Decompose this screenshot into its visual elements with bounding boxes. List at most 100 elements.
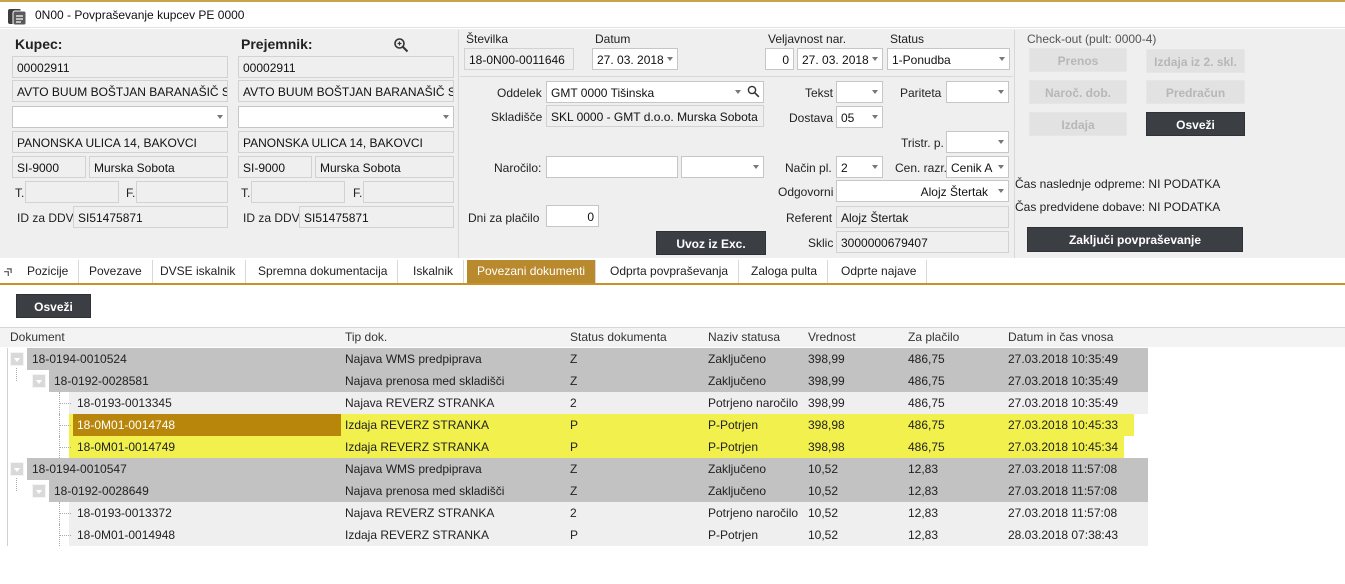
table-row[interactable]: 18-0194-0010547 Najava WMS predpiprava Z Za… bbox=[7, 458, 1148, 480]
kupec-postcode-field[interactable]: SI-9000 bbox=[12, 156, 86, 178]
prejemnik-city-field[interactable]: Murska Sobota bbox=[315, 156, 454, 178]
cell-vrednost: 10,52 bbox=[808, 484, 839, 498]
checkout-refresh-button[interactable]: Osveži bbox=[1146, 112, 1245, 136]
chevron-down-icon bbox=[667, 57, 673, 61]
veljavnost-days-field[interactable]: 0 bbox=[765, 48, 794, 70]
table-row[interactable]: 18-0193-0013372 Najava REVERZ STRANKA 2 Pot… bbox=[7, 502, 1148, 524]
prenos-button[interactable]: Prenos bbox=[1029, 48, 1127, 72]
stevilka-field[interactable]: 18-0N00-0011646 bbox=[464, 48, 574, 70]
row-background bbox=[69, 436, 1124, 458]
prejemnik-postcode-field[interactable]: SI-9000 bbox=[238, 156, 312, 178]
narocilo-select[interactable] bbox=[681, 156, 764, 178]
cell-za-pla-ilo: 486,75 bbox=[908, 396, 945, 410]
cell-status-dokumenta: Z bbox=[570, 374, 578, 388]
kupec-code-field[interactable]: 00002911 bbox=[12, 56, 228, 78]
cell-naziv-statusa: Potrjeno naročilo bbox=[708, 506, 799, 520]
prejemnik-phone-field[interactable] bbox=[251, 181, 345, 203]
column-header[interactable]: Status dokumenta bbox=[570, 328, 667, 346]
cell-vrednost: 398,98 bbox=[808, 418, 845, 432]
cell-naziv-statusa: P-Potrjen bbox=[708, 418, 759, 432]
column-header[interactable]: Dokument bbox=[10, 328, 65, 346]
prejemnik-fax-field[interactable] bbox=[363, 181, 454, 203]
oddelek-label: Oddelek bbox=[497, 86, 542, 100]
table-row[interactable]: 18-0194-0010524 Najava WMS predpiprava Z Za… bbox=[7, 348, 1148, 370]
tab-povezave[interactable]: Povezave bbox=[79, 260, 153, 283]
pariteta-select[interactable] bbox=[946, 81, 1009, 103]
odgovorni-select[interactable]: Alojz Štertak bbox=[836, 180, 1009, 202]
kupec-fax-field[interactable] bbox=[136, 181, 228, 203]
column-header[interactable]: Vrednost bbox=[808, 328, 856, 346]
prejemnik-street-field[interactable]: PANONSKA ULICA 14, BAKOVCI bbox=[238, 131, 454, 153]
tab-dvse-iskalnik[interactable]: DVSE iskalnik bbox=[150, 260, 247, 283]
tekst-label: Tekst bbox=[805, 86, 834, 100]
column-header[interactable]: Tip dok. bbox=[345, 328, 387, 346]
column-header[interactable]: Za plačilo bbox=[908, 328, 959, 346]
collapse-icon[interactable] bbox=[3, 265, 15, 277]
tristr-select[interactable] bbox=[946, 131, 1009, 153]
status-select[interactable]: 1-Ponudba bbox=[887, 48, 1010, 70]
table-row[interactable]: 18-0M01-0014748 Izdaja REVERZ STRANKA P P-P… bbox=[7, 414, 1148, 436]
tab-pozicije[interactable]: Pozicije bbox=[17, 260, 80, 283]
narocilo-field[interactable] bbox=[546, 156, 678, 178]
table-row[interactable]: 18-0M01-0014749 Izdaja REVERZ STRANKA P P-P… bbox=[7, 436, 1148, 458]
zoom-search-icon[interactable] bbox=[393, 37, 409, 53]
tab-strip: Pozicije Povezave DVSE iskalnik Spremna dok… bbox=[0, 260, 1345, 285]
cell-status-dokumenta: 2 bbox=[570, 396, 577, 410]
table-row[interactable]: 18-0192-0028581 Najava prenosa med skladi… bbox=[7, 368, 1148, 392]
oddelek-select[interactable]: GMT 0000 Tišinska bbox=[546, 81, 764, 103]
column-header[interactable]: Datum in čas vnosa bbox=[1008, 328, 1113, 346]
tree-line bbox=[16, 368, 17, 381]
veljavnost-date-picker[interactable]: 27. 03. 2018 bbox=[797, 48, 883, 70]
prejemnik-code-field[interactable]: 00002911 bbox=[238, 56, 454, 78]
uvoz-excel-button[interactable]: Uvoz iz Exc. bbox=[656, 231, 766, 255]
tekst-select[interactable] bbox=[836, 81, 883, 103]
row-background bbox=[49, 480, 1148, 502]
expand-collapse-icon[interactable] bbox=[32, 374, 46, 388]
tab-spremna-dokumentacija[interactable]: Spremna dokumentacija bbox=[248, 260, 399, 283]
cell-datum-in-as-vnosa: 27.03.2018 10:45:33 bbox=[1008, 418, 1119, 432]
expand-collapse-icon[interactable] bbox=[32, 484, 46, 498]
izdaja-button[interactable]: Izdaja bbox=[1029, 112, 1127, 136]
skladisce-field[interactable]: SKL 0000 - GMT d.o.o. Murska Sobota bbox=[546, 105, 764, 127]
prejemnik-select[interactable] bbox=[238, 106, 454, 128]
tab-iskalnik[interactable]: Iskalnik bbox=[403, 260, 465, 283]
kupec-phone-field[interactable] bbox=[25, 181, 119, 203]
sklic-field[interactable]: 3000000679407 bbox=[836, 231, 1009, 253]
naroc-dob-button[interactable]: Naroč. dob. bbox=[1029, 80, 1127, 104]
izdaja-iz-2-skl-button[interactable]: Izdaja iz 2. skl. bbox=[1146, 49, 1245, 73]
oddelek-value: GMT 0000 Tišinska bbox=[551, 86, 655, 100]
column-header[interactable]: Naziv statusa bbox=[708, 328, 780, 346]
cell-datum-in-as-vnosa: 27.03.2018 11:57:08 bbox=[1008, 484, 1118, 498]
prejemnik-name-field[interactable]: AVTO BUUM BOŠTJAN BARANAŠIČ S.P. bbox=[238, 80, 454, 102]
referent-field[interactable]: Alojz Štertak bbox=[836, 206, 1009, 228]
cell-tip-dok-: Najava REVERZ STRANKA bbox=[345, 396, 495, 410]
tab-odprta-povpra-evanja[interactable]: Odprta povpraševanja bbox=[600, 260, 740, 283]
tab-povezani-dokumenti[interactable]: Povezani dokumenti bbox=[467, 260, 597, 283]
title-bar: 0N00 - Povpraševanje kupcev PE 0000 bbox=[0, 2, 1345, 28]
dostava-select[interactable]: 05 bbox=[836, 106, 883, 128]
datum-picker[interactable]: 27. 03. 2018 bbox=[592, 48, 678, 70]
cell-naziv-statusa: P-Potrjen bbox=[708, 440, 759, 454]
table-row[interactable]: 18-0193-0013345 Najava REVERZ STRANKA 2 Pot… bbox=[7, 392, 1148, 414]
kupec-city-field[interactable]: Murska Sobota bbox=[89, 156, 228, 178]
kupec-select[interactable] bbox=[12, 106, 228, 128]
zakljuci-button[interactable]: Zaključi povpraševanje bbox=[1027, 227, 1243, 252]
expand-collapse-icon[interactable] bbox=[10, 462, 24, 476]
expand-collapse-icon[interactable] bbox=[10, 352, 24, 366]
nacin-select[interactable]: 2 bbox=[836, 156, 883, 178]
dni-field[interactable]: 0 bbox=[546, 205, 599, 227]
refresh-button[interactable]: Osveži bbox=[16, 294, 91, 318]
tab-zaloga-pulta[interactable]: Zaloga pulta bbox=[741, 260, 829, 283]
search-icon[interactable] bbox=[747, 85, 760, 98]
row-background bbox=[27, 458, 1148, 480]
table-row[interactable]: 18-0192-0028649 Najava prenosa med skladi… bbox=[7, 478, 1148, 502]
kupec-ddv-field[interactable]: SI51475871 bbox=[73, 206, 228, 228]
prejemnik-ddv-field[interactable]: SI51475871 bbox=[299, 206, 454, 228]
predracun-button[interactable]: Predračun bbox=[1146, 80, 1245, 104]
table-row[interactable]: 18-0M01-0014948 Izdaja REVERZ STRANKA P P-P… bbox=[7, 524, 1148, 546]
cenrazr-select[interactable]: Cenik A bbox=[946, 156, 1009, 178]
kupec-name-field[interactable]: AVTO BUUM BOŠTJAN BARANAŠIČ S.P. bbox=[12, 80, 228, 102]
kupec-street-field[interactable]: PANONSKA ULICA 14, BAKOVCI bbox=[12, 131, 228, 153]
row-background bbox=[27, 348, 1148, 370]
tab-odprte-najave[interactable]: Odprte najave bbox=[831, 260, 928, 283]
